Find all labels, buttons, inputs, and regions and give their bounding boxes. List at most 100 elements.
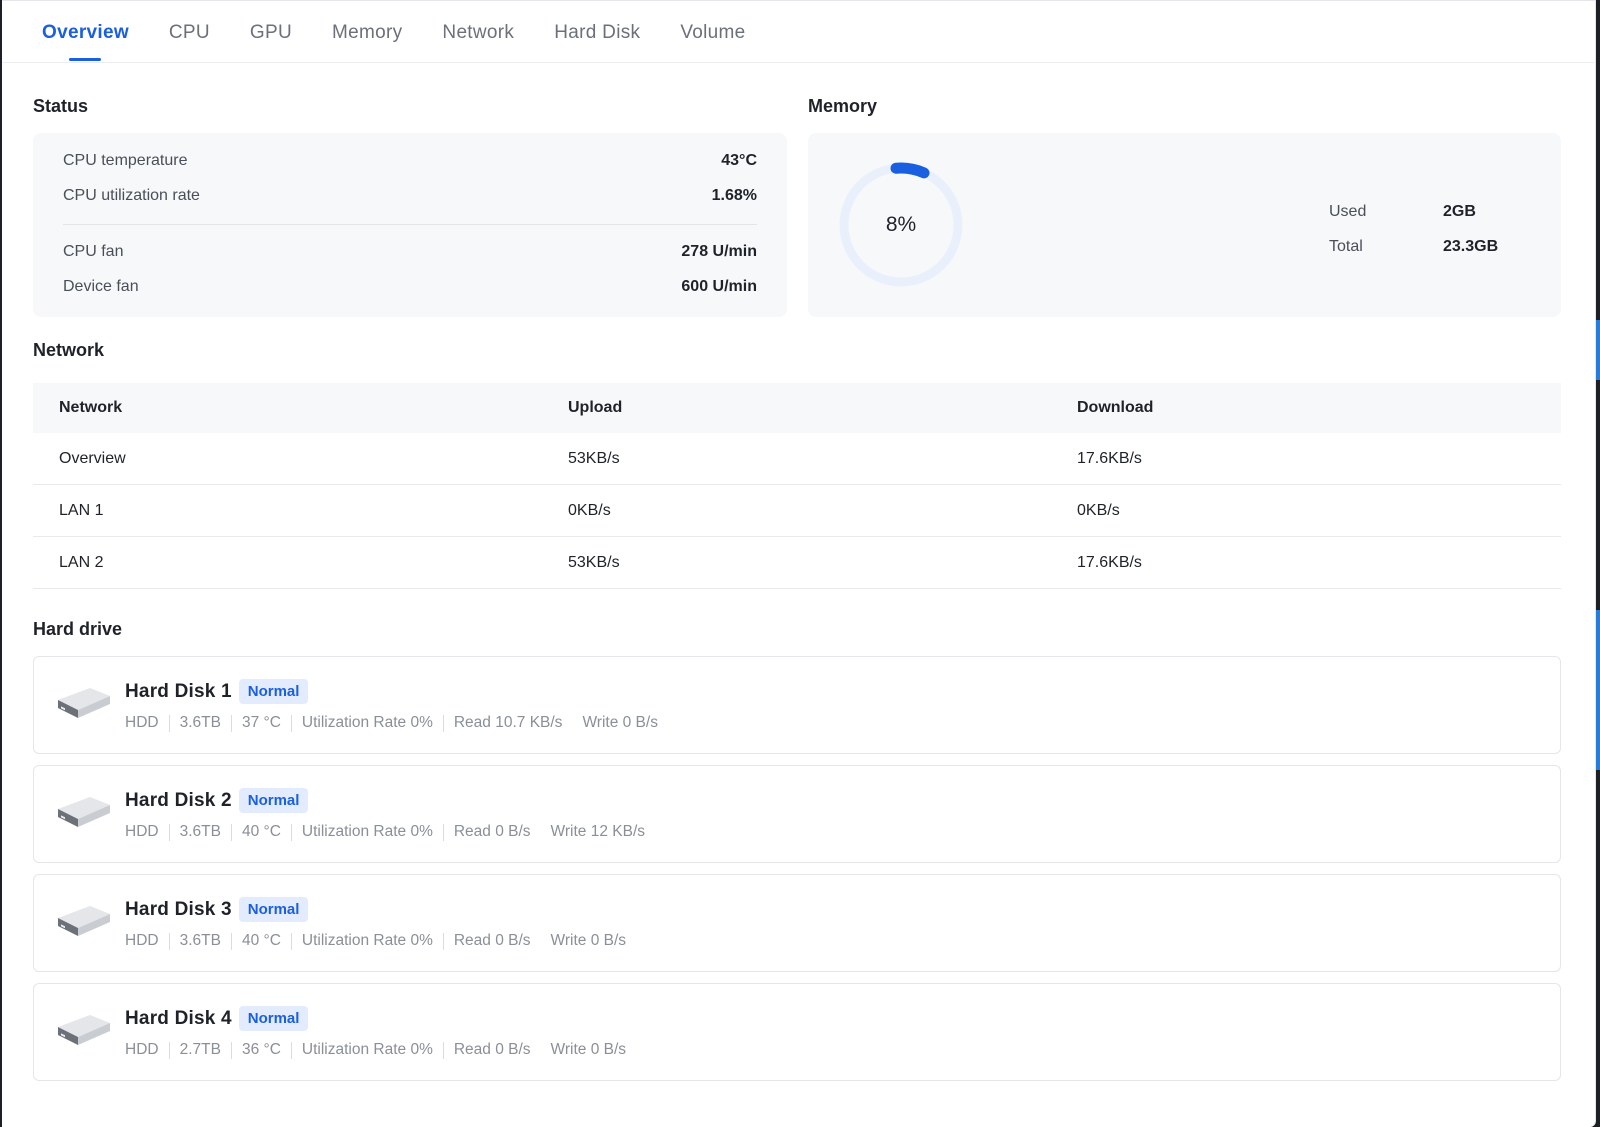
hard-drive-section-title: Hard drive [33,619,123,639]
divider [230,1041,232,1059]
tab-gpu[interactable]: GPU [250,1,292,63]
status-value: 278 U/min [681,243,757,260]
tab-volume[interactable]: Volume [680,1,745,63]
disk-capacity: 3.6TB [179,932,221,949]
disk-utilization: Utilization Rate 0% [301,714,433,731]
divider [230,932,232,950]
memory-section-title: Memory [808,96,878,116]
network-table-header: Network Upload Download [33,383,1561,433]
disk-card-1[interactable]: Hard Disk 1 Normal HDD 3.6TB 37 °C Utili… [33,656,1561,754]
table-row: LAN 1 0KB/s 0KB/s [33,485,1561,537]
divider [168,823,170,841]
status-section-title: Status [33,96,89,116]
disk-write-rate: Write 0 B/s [582,714,658,731]
status-label: CPU fan [63,243,124,260]
divider [168,714,170,732]
tab-overview[interactable]: Overview [42,1,129,63]
memory-card: 8% Used 2GB Total 23.3GB [808,133,1561,317]
disk-read-rate: Read 10.7 KB/s [453,714,563,731]
divider [442,932,444,950]
download-rate: 0KB/s [1077,501,1120,519]
resource-monitor-window: Overview CPU GPU Memory Network Hard Dis… [2,0,1596,1127]
disk-name: Hard Disk 1 [125,680,232,702]
disk-capacity: 3.6TB [179,714,221,731]
download-rate: 17.6KB/s [1077,553,1142,571]
status-label: CPU utilization rate [63,187,200,204]
disk-write-rate: Write 0 B/s [550,932,627,949]
disk-utilization: Utilization Rate 0% [301,1041,433,1058]
disk-details: HDD 3.6TB 37 °C Utilization Rate 0% Read… [125,714,658,732]
divider [230,823,232,841]
status-badge: Normal [238,897,309,922]
disk-name: Hard Disk 2 [125,789,232,811]
table-row: Overview 53KB/s 17.6KB/s [33,433,1561,485]
column-header-network: Network [59,399,123,416]
hard-disk-icon [58,797,110,827]
disk-card-3[interactable]: Hard Disk 3 Normal HDD 3.6TB 40 °C Utili… [33,874,1561,972]
upload-rate: 53KB/s [568,553,620,571]
tab-cpu[interactable]: CPU [169,1,210,63]
hard-disk-icon [58,688,110,718]
disk-type: HDD [125,714,159,731]
disk-write-rate: Write 12 KB/s [550,823,646,840]
divider [442,714,444,732]
status-label: CPU temperature [63,152,188,169]
disk-name: Hard Disk 3 [125,898,232,920]
status-divider [63,224,757,225]
memory-used-value: 2GB [1443,203,1476,220]
disk-read-rate: Read 0 B/s [453,823,531,840]
disk-details: HDD 3.6TB 40 °C Utilization Rate 0% Read… [125,823,645,841]
hard-disk-icon [58,1015,110,1045]
disk-temperature: 40 °C [241,823,281,840]
memory-total-label: Total [1329,238,1363,255]
divider [442,1041,444,1059]
disk-temperature: 37 °C [241,714,281,731]
disk-temperature: 40 °C [241,932,281,949]
divider [290,1041,292,1059]
edge-highlight [1596,610,1600,770]
status-row-cpu-utilization: CPU utilization rate 1.68% [63,187,757,205]
disk-details: HDD 2.7TB 36 °C Utilization Rate 0% Read… [125,1041,626,1059]
network-table: Network Upload Download Overview 53KB/s … [33,383,1561,589]
status-badge: Normal [238,679,309,704]
tab-network[interactable]: Network [442,1,514,63]
tab-hard-disk[interactable]: Hard Disk [554,1,640,63]
upload-rate: 0KB/s [568,501,611,519]
column-header-download: Download [1077,399,1154,416]
disk-utilization: Utilization Rate 0% [301,823,433,840]
divider [290,823,292,841]
memory-total-value: 23.3GB [1443,238,1499,255]
status-row-cpu-temperature: CPU temperature 43°C [63,152,757,170]
tab-memory[interactable]: Memory [332,1,402,63]
upload-rate: 53KB/s [568,449,620,467]
table-row: LAN 2 53KB/s 17.6KB/s [33,537,1561,589]
memory-used-label: Used [1329,203,1367,220]
network-name: LAN 2 [59,553,104,571]
divider [290,932,292,950]
disk-type: HDD [125,1041,159,1058]
disk-type: HDD [125,823,159,840]
network-name: Overview [59,449,126,467]
status-row-cpu-fan: CPU fan 278 U/min [63,243,757,261]
memory-total-row: Total 23.3GB [1329,238,1498,256]
disk-capacity: 2.7TB [179,1041,221,1058]
disk-capacity: 3.6TB [179,823,221,840]
disk-name: Hard Disk 4 [125,1007,232,1029]
hard-disk-icon [58,906,110,936]
disk-card-2[interactable]: Hard Disk 2 Normal HDD 3.6TB 40 °C Utili… [33,765,1561,863]
disk-read-rate: Read 0 B/s [453,932,531,949]
download-rate: 17.6KB/s [1077,449,1142,467]
memory-used-row: Used 2GB [1329,203,1476,221]
disk-utilization: Utilization Rate 0% [301,932,433,949]
divider [442,823,444,841]
divider [168,932,170,950]
disk-card-4[interactable]: Hard Disk 4 Normal HDD 2.7TB 36 °C Utili… [33,983,1561,1081]
window-edge [1596,0,1600,1127]
disk-details: HDD 3.6TB 40 °C Utilization Rate 0% Read… [125,932,626,950]
disk-read-rate: Read 0 B/s [453,1041,531,1058]
divider [168,1041,170,1059]
tab-bar: Overview CPU GPU Memory Network Hard Dis… [2,1,1594,63]
memory-percent-label: 8% [885,213,917,236]
status-badge: Normal [238,788,309,813]
status-row-device-fan: Device fan 600 U/min [63,278,757,296]
